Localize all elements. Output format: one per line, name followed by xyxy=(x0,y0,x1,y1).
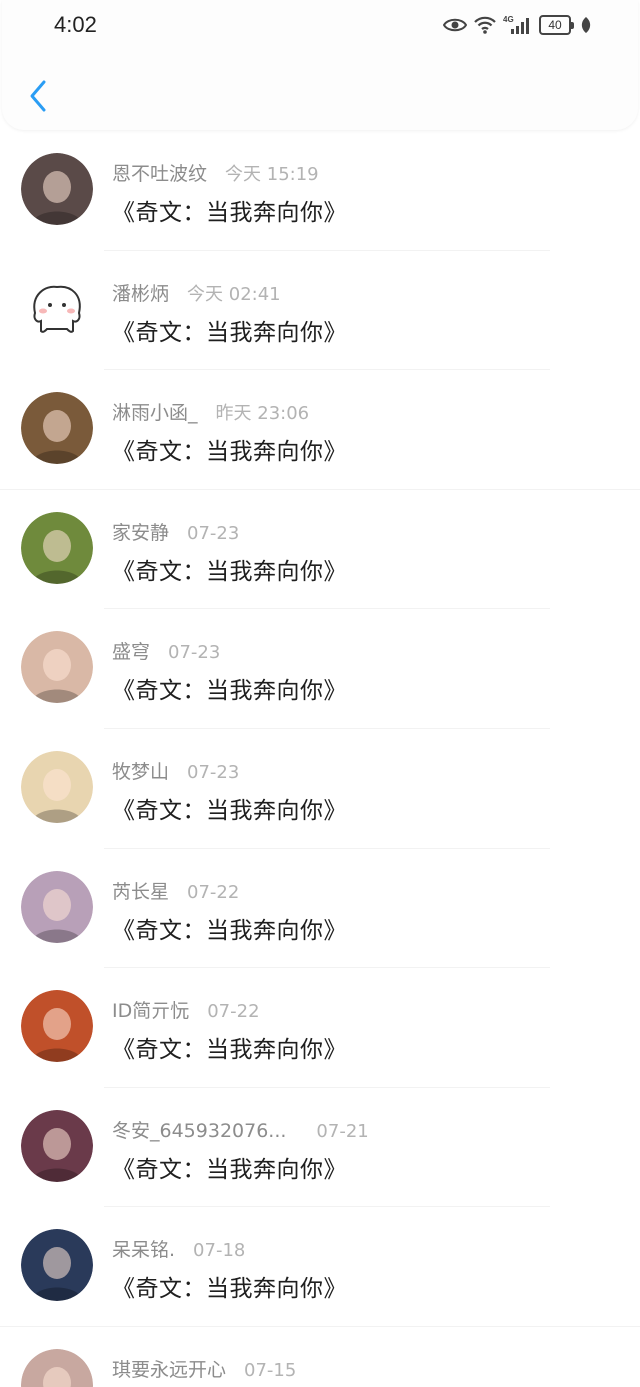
work-title[interactable]: 《奇文：当我奔向你》 xyxy=(112,1030,620,1064)
timestamp: 07-18 xyxy=(193,1240,246,1262)
timestamp: 昨天 23:06 xyxy=(215,403,310,425)
work-title[interactable]: 《奇文：当我奔向你》 xyxy=(112,432,620,466)
timestamp: 今天 02:41 xyxy=(187,283,281,305)
list-item-text: 琪要永远开心 07-15 xyxy=(112,1355,620,1381)
list-item[interactable]: ID简亓忨 07-22 《奇文：当我奔向你》 xyxy=(0,968,640,1088)
list-item-text: 恩不吐波纹 今天 15:19 《奇文：当我奔向你》 xyxy=(112,159,620,227)
user-name[interactable]: 家安静 xyxy=(112,518,169,545)
list-item[interactable]: 冬安_645932076... 07-21 《奇文：当我奔向你》 xyxy=(0,1088,640,1208)
user-name[interactable]: 琪要永远开心 xyxy=(112,1355,226,1382)
top-bar: 4:02 4G 40 xyxy=(2,0,638,130)
user-name[interactable]: 淋雨小函_ xyxy=(112,398,198,425)
list-item[interactable]: 潘彬炳 今天 02:41 《奇文：当我奔向你》 xyxy=(0,251,640,371)
user-name[interactable]: 盛穹 xyxy=(112,637,150,664)
user-name[interactable]: 呆呆铭. xyxy=(112,1235,175,1262)
avatar[interactable] xyxy=(21,750,93,823)
avatar[interactable] xyxy=(21,272,93,345)
work-title[interactable]: 《奇文：当我奔向你》 xyxy=(112,313,620,347)
list-item[interactable]: 淋雨小函_ 昨天 23:06 《奇文：当我奔向你》 xyxy=(0,370,640,490)
user-name[interactable]: 牧梦山 xyxy=(112,757,169,784)
avatar[interactable] xyxy=(21,870,93,943)
timestamp: 07-23 xyxy=(187,522,240,544)
status-time: 4:02 xyxy=(54,12,97,37)
list-item-text: 潘彬炳 今天 02:41 《奇文：当我奔向你》 xyxy=(112,279,620,347)
battery-icon: 40 xyxy=(539,15,574,35)
status-icons: 4G 40 xyxy=(443,12,592,38)
timestamp: 07-21 xyxy=(316,1120,369,1142)
list-item-text: 牧梦山 07-23 《奇文：当我奔向你》 xyxy=(112,757,620,825)
list-item[interactable]: 芮长星 07-22 《奇文：当我奔向你》 xyxy=(0,849,640,969)
list-item-text: 冬安_645932076... 07-21 《奇文：当我奔向你》 xyxy=(112,1116,620,1184)
wifi-icon xyxy=(474,16,496,34)
cellular-signal-icon: 4G xyxy=(503,15,529,34)
list-item-text: 淋雨小函_ 昨天 23:06 《奇文：当我奔向你》 xyxy=(112,398,620,466)
user-name[interactable]: 冬安_645932076... xyxy=(112,1116,286,1143)
message-list: 恩不吐波纹 今天 15:19 《奇文：当我奔向你》 潘彬炳 今天 02:41 《奇文：当我… xyxy=(0,131,640,1387)
list-item[interactable]: 琪要永远开心 07-15 xyxy=(0,1327,640,1387)
avatar[interactable] xyxy=(21,1348,93,1387)
user-name[interactable]: 潘彬炳 xyxy=(112,279,169,306)
list-item[interactable]: 盛穹 07-23 《奇文：当我奔向你》 xyxy=(0,609,640,729)
work-title[interactable]: 《奇文：当我奔向你》 xyxy=(112,911,620,945)
list-item-text: 芮长星 07-22 《奇文：当我奔向你》 xyxy=(112,877,620,945)
list-item[interactable]: 呆呆铭. 07-18 《奇文：当我奔向你》 xyxy=(0,1207,640,1327)
work-title[interactable]: 《奇文：当我奔向你》 xyxy=(112,671,620,705)
list-item-text: 家安静 07-23 《奇文：当我奔向你》 xyxy=(112,518,620,586)
list-item-text: ID简亓忨 07-22 《奇文：当我奔向你》 xyxy=(112,996,620,1064)
timestamp: 07-23 xyxy=(168,642,221,664)
avatar[interactable] xyxy=(21,153,93,225)
timestamp: 今天 15:19 xyxy=(225,164,319,185)
avatar[interactable] xyxy=(21,511,93,584)
avatar[interactable] xyxy=(21,631,93,704)
timestamp: 07-15 xyxy=(244,1359,297,1381)
work-title[interactable]: 《奇文：当我奔向你》 xyxy=(112,791,620,825)
timestamp: 07-23 xyxy=(187,761,240,783)
list-item[interactable]: 家安静 07-23 《奇文：当我奔向你》 xyxy=(0,490,640,610)
avatar[interactable] xyxy=(21,1109,93,1182)
timestamp: 07-22 xyxy=(207,1001,260,1023)
battery-level: 40 xyxy=(539,15,571,35)
list-item[interactable]: 恩不吐波纹 今天 15:19 《奇文：当我奔向你》 xyxy=(0,131,640,251)
screen: 4:02 4G 40 恩不吐波纹 今天 15:19 《奇文：当我奔向你》 潘彬炳… xyxy=(0,0,640,1387)
user-name[interactable]: 恩不吐波纹 xyxy=(112,159,207,186)
network-type-label: 4G xyxy=(503,15,514,24)
avatar[interactable] xyxy=(21,990,93,1063)
eye-icon xyxy=(443,18,467,32)
user-name[interactable]: 芮长星 xyxy=(112,877,169,904)
leaf-icon xyxy=(581,17,591,33)
work-title[interactable]: 《奇文：当我奔向你》 xyxy=(112,552,620,586)
work-title[interactable]: 《奇文：当我奔向你》 xyxy=(112,1269,620,1303)
chevron-left-icon xyxy=(30,80,46,112)
back-button[interactable] xyxy=(20,74,56,118)
timestamp: 07-22 xyxy=(187,881,240,903)
list-item[interactable]: 牧梦山 07-23 《奇文：当我奔向你》 xyxy=(0,729,640,849)
avatar[interactable] xyxy=(21,1229,93,1302)
work-title[interactable]: 《奇文：当我奔向你》 xyxy=(112,193,620,227)
list-item-text: 盛穹 07-23 《奇文：当我奔向你》 xyxy=(112,637,620,705)
list-item-text: 呆呆铭. 07-18 《奇文：当我奔向你》 xyxy=(112,1235,620,1303)
user-name[interactable]: ID简亓忨 xyxy=(112,996,189,1023)
avatar[interactable] xyxy=(21,392,93,465)
work-title[interactable]: 《奇文：当我奔向你》 xyxy=(112,1150,620,1184)
